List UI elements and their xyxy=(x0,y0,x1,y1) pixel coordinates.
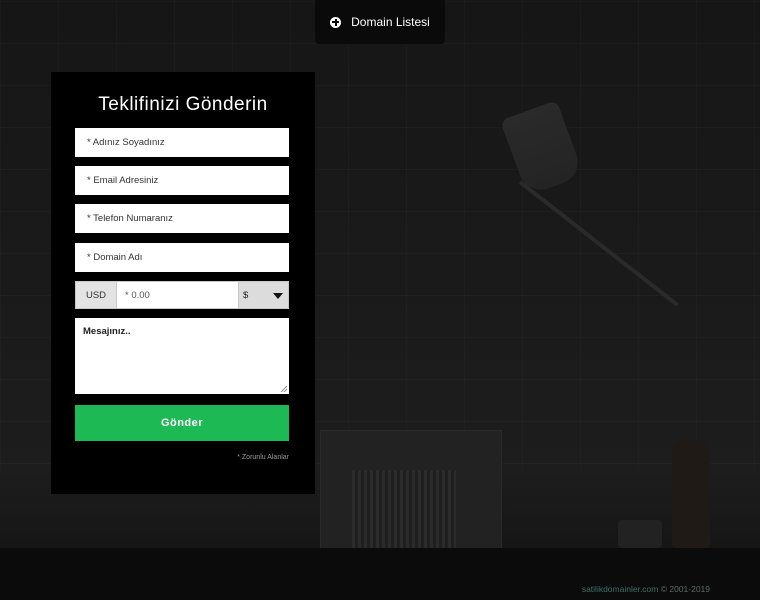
message-textarea[interactable] xyxy=(75,318,289,394)
domain-list-tab[interactable]: Domain Listesi xyxy=(315,0,445,44)
caret-down-icon xyxy=(273,293,283,299)
email-input[interactable] xyxy=(75,166,289,195)
footer-brand-link[interactable]: satilikdomainler.com xyxy=(582,584,659,594)
currency-code-addon: USD xyxy=(75,281,117,309)
currency-select[interactable]: $ xyxy=(239,281,289,309)
background-pot xyxy=(618,520,662,548)
background-picture xyxy=(352,470,456,548)
plus-circle-icon xyxy=(330,16,342,28)
price-row: USD $ xyxy=(75,281,289,309)
offer-form: Teklifinizi Gönderin USD $ Gönder * Zoru… xyxy=(51,72,315,494)
resize-grip-icon[interactable] xyxy=(281,386,287,392)
footer-copyright-text: © 2001-2019 xyxy=(658,584,710,594)
required-fields-note: * Zorunlu Alanlar xyxy=(237,454,289,461)
price-input[interactable] xyxy=(117,281,239,309)
currency-select-value: $ xyxy=(243,289,249,301)
form-title: Teklifinizi Gönderin xyxy=(98,94,268,115)
phone-input[interactable] xyxy=(75,204,289,233)
domain-list-label: Domain Listesi xyxy=(351,15,430,29)
submit-button[interactable]: Gönder xyxy=(75,405,289,441)
background-bottle xyxy=(672,440,710,548)
footer-copyright: satilikdomainler.com © 2001-2019 xyxy=(582,584,710,594)
name-input[interactable] xyxy=(75,128,289,157)
domain-input[interactable] xyxy=(75,243,289,272)
